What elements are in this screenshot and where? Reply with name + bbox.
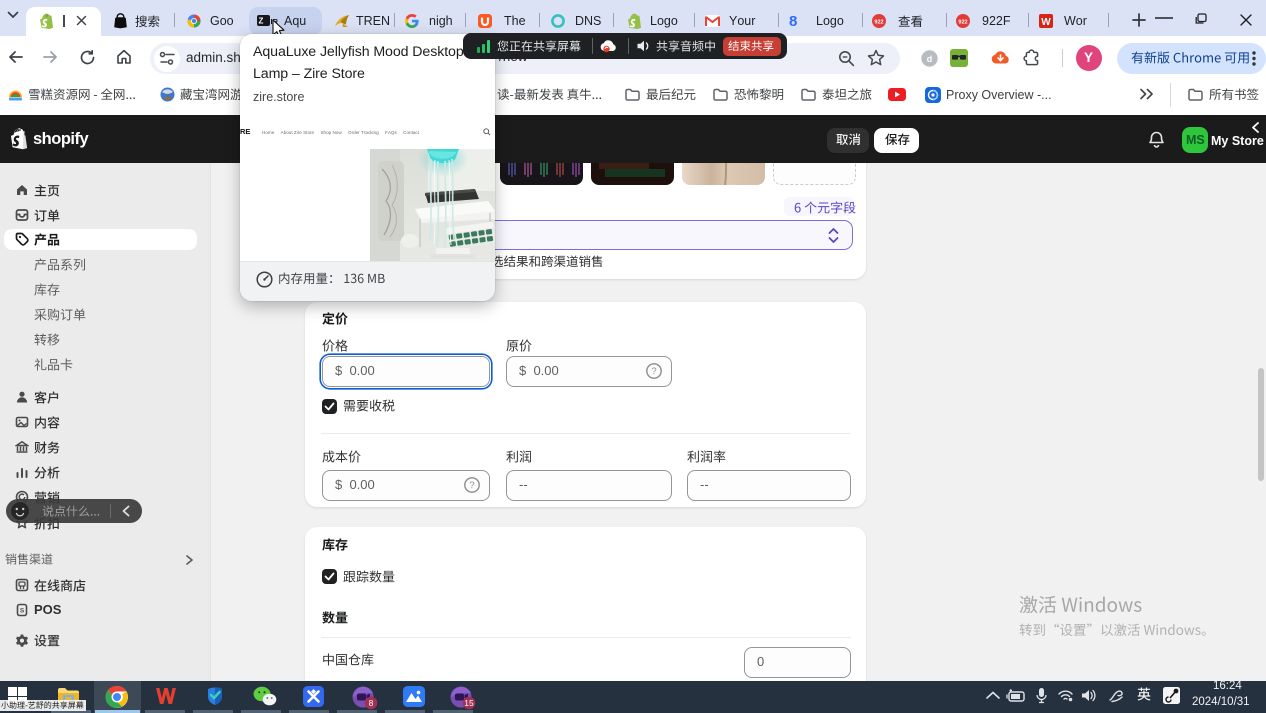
svg-text:922: 922	[874, 19, 883, 25]
svg-text:15: 15	[464, 698, 474, 708]
svg-text:W: W	[1041, 17, 1051, 28]
svg-text:922: 922	[958, 19, 967, 25]
svg-text:S: S	[20, 608, 25, 615]
svg-text:?: ?	[469, 480, 474, 491]
svg-text:Z: Z	[259, 17, 264, 26]
svg-text:8: 8	[369, 698, 374, 708]
svg-text:d: d	[927, 54, 933, 64]
svg-text:?: ?	[651, 366, 656, 377]
svg-text:8: 8	[789, 13, 797, 28]
